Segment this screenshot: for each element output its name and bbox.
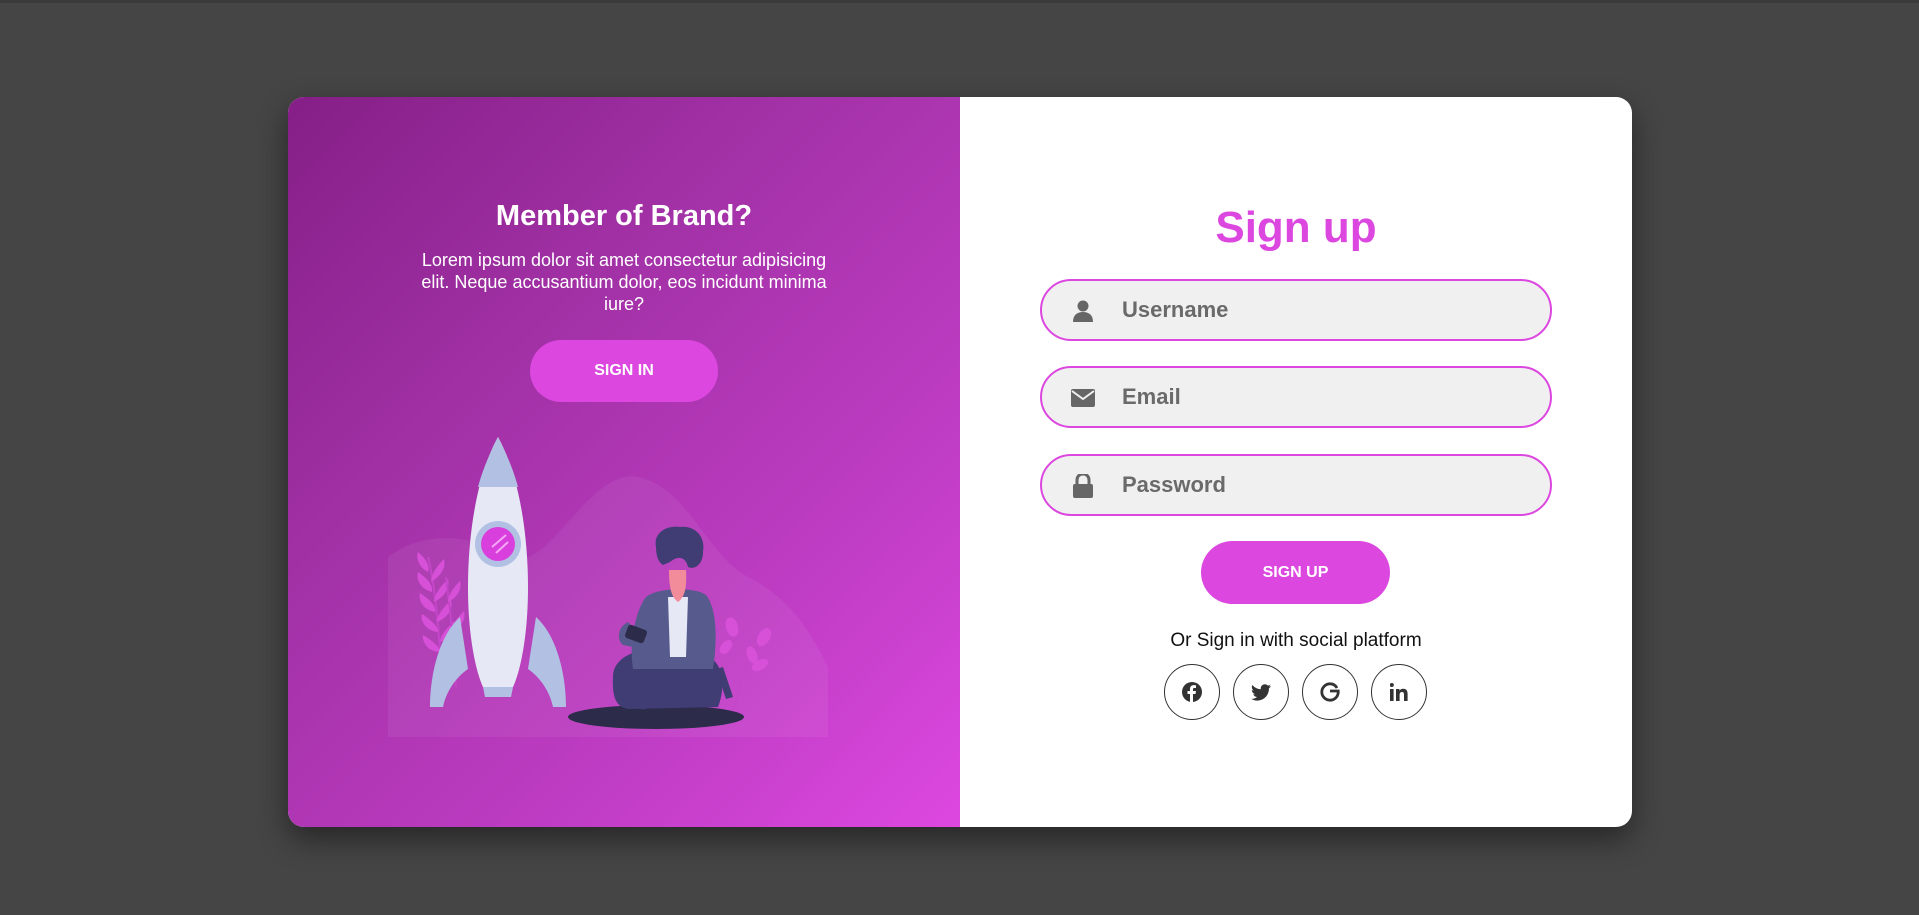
sign-in-button[interactable]: Sign in — [530, 340, 718, 402]
lock-icon — [1070, 474, 1096, 498]
username-input[interactable] — [1122, 281, 1532, 339]
panel-heading: Member of Brand? — [495, 200, 753, 232]
sign-up-button[interactable]: Sign up — [1201, 541, 1390, 604]
twitter-icon — [1251, 683, 1271, 701]
google-button[interactable] — [1302, 664, 1358, 720]
rocket-illustration — [388, 437, 828, 737]
linkedin-icon — [1390, 683, 1408, 701]
social-text: Or Sign in with social platform — [1170, 630, 1422, 651]
username-field[interactable] — [1040, 279, 1552, 341]
facebook-button[interactable] — [1164, 664, 1220, 720]
user-icon — [1070, 299, 1096, 323]
email-field[interactable] — [1040, 366, 1552, 428]
password-field[interactable] — [1040, 454, 1552, 516]
twitter-button[interactable] — [1233, 664, 1289, 720]
facebook-icon — [1182, 682, 1202, 702]
auth-card: Member of Brand? Lorem ipsum dolor sit a… — [288, 97, 1632, 827]
background-blob — [388, 476, 828, 737]
panel-description: Lorem ipsum dolor sit amet consectetur a… — [421, 250, 827, 314]
form-title: Sign up — [1215, 203, 1377, 252]
signup-panel: Sign up Username Email SIGN UP Or Sign i… — [960, 97, 1632, 827]
social-buttons — [1164, 664, 1428, 720]
envelope-icon — [1070, 386, 1096, 410]
password-input[interactable] — [1122, 456, 1532, 514]
google-icon — [1320, 682, 1340, 702]
linkedin-button[interactable] — [1371, 664, 1427, 720]
top-border — [0, 0, 1919, 3]
welcome-panel: Member of Brand? Lorem ipsum dolor sit a… — [288, 97, 960, 827]
ground-shadow — [568, 705, 744, 729]
email-input[interactable] — [1122, 368, 1532, 426]
